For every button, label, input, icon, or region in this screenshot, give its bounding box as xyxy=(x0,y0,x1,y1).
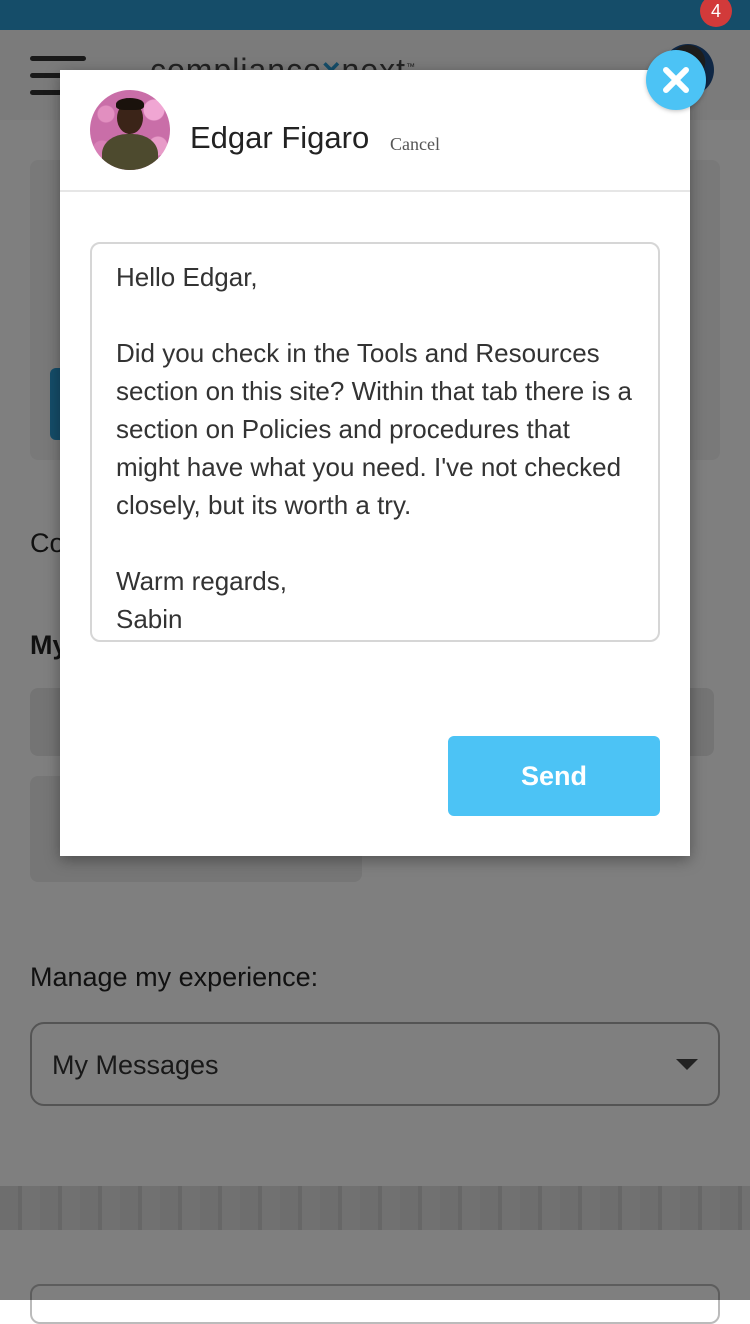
cancel-link[interactable]: Cancel xyxy=(390,134,440,155)
message-textarea[interactable]: Hello Edgar, Did you check in the Tools … xyxy=(90,242,660,642)
contact-name: Edgar Figaro xyxy=(190,120,370,155)
close-modal-button[interactable] xyxy=(646,50,706,110)
message-modal: Edgar Figaro Cancel Hello Edgar, Did you… xyxy=(60,70,690,856)
send-button[interactable]: Send xyxy=(448,736,660,816)
close-icon xyxy=(663,67,689,93)
contact-avatar xyxy=(90,90,170,170)
modal-header: Edgar Figaro Cancel xyxy=(60,70,690,192)
